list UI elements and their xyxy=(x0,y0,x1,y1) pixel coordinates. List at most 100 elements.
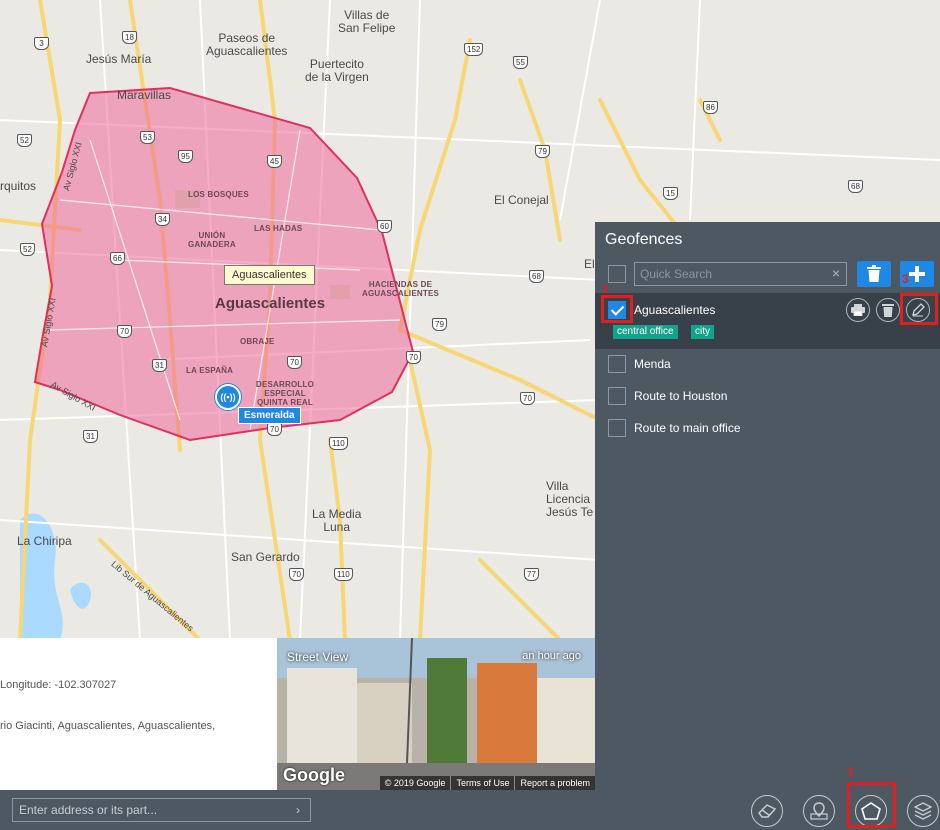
route-shield: 55 xyxy=(513,56,528,69)
trash-icon xyxy=(867,265,881,282)
geofence-tag: city xyxy=(691,325,714,339)
step-number-2: 2 xyxy=(602,282,609,296)
printer-icon xyxy=(851,304,865,316)
eraser-button[interactable] xyxy=(751,795,783,827)
clear-search-icon[interactable]: × xyxy=(828,265,844,281)
route-shield: 110 xyxy=(334,568,353,581)
map-label-la-media-luna: La Media Luna xyxy=(312,507,362,534)
route-shield: 52 xyxy=(20,243,35,256)
geofence-item-menda[interactable]: Menda xyxy=(634,357,671,371)
map-label-el: El xyxy=(584,257,595,271)
map-label-jesus-maria: Jesús María xyxy=(86,52,152,66)
route-shield: 53 xyxy=(140,131,155,144)
geofence-item-aguascalientes[interactable]: Aguascalientes central office city xyxy=(595,293,940,349)
map-label-la-espana: LA ESPAÑA xyxy=(186,366,234,375)
geofence-search-input[interactable] xyxy=(634,262,847,286)
geofence-checkbox-route-main-office[interactable] xyxy=(608,419,626,437)
street-view-title: Street View xyxy=(287,650,349,664)
map-label-villas: Villas de San Felipe xyxy=(338,8,396,35)
select-all-checkbox[interactable] xyxy=(608,265,626,283)
map-label-las-hadas: LAS HADAS xyxy=(254,224,303,233)
geofence-name: Aguascalientes xyxy=(634,303,716,317)
route-shield: 110 xyxy=(329,437,348,450)
route-shield: 68 xyxy=(848,180,863,193)
route-shield: 31 xyxy=(83,430,98,443)
map-label-puertecito: Puertecito de la Virgen xyxy=(305,57,369,84)
map-label-el-conejal: El Conejal xyxy=(494,193,549,207)
geofence-item-route-main-office[interactable]: Route to main office xyxy=(634,421,741,435)
map-label-union-ganadera: UNIÓN GANADERA xyxy=(188,231,236,249)
street-view-time: an hour ago xyxy=(522,650,581,662)
route-shield: 15 xyxy=(663,187,678,200)
geofences-title: Geofences xyxy=(605,231,683,248)
geofence-tooltip: Aguascalientes xyxy=(224,265,315,285)
map-label-la-chiripa: La Chiripa xyxy=(17,534,72,548)
route-shield: 34 xyxy=(155,213,170,226)
bottom-toolbar: › xyxy=(0,790,940,830)
route-shield: 31 xyxy=(152,359,167,372)
map-label-haciendas: HACIENDAS DE AGUASCALIENTES xyxy=(362,280,440,298)
street-view-panel[interactable]: Street View an hour ago Google © 2019 Go… xyxy=(277,638,595,790)
street-view-terms-link[interactable]: Terms of Use xyxy=(450,776,514,790)
highlight-step-3 xyxy=(900,293,938,325)
route-shield: 45 xyxy=(267,155,282,168)
route-shield: 70 xyxy=(406,351,421,364)
step-number-3: 3 xyxy=(902,272,909,286)
print-geofence-button[interactable] xyxy=(846,298,870,322)
delete-geofence-button[interactable] xyxy=(876,298,900,322)
route-shield: 79 xyxy=(535,145,550,158)
route-shield: 18 xyxy=(122,31,137,44)
route-shield: 70 xyxy=(267,423,282,436)
places-button[interactable] xyxy=(803,795,835,827)
map-label-rquitos: rquitos xyxy=(0,179,37,193)
map-label-paseos: Paseos de Aguascalientes xyxy=(206,31,288,58)
route-shield: 70 xyxy=(287,356,302,369)
route-shield: 70 xyxy=(117,325,132,338)
route-shield: 3 xyxy=(34,37,49,50)
route-shield: 77 xyxy=(524,568,539,581)
route-shield: 70 xyxy=(520,392,535,405)
route-shield: 66 xyxy=(110,252,125,265)
route-shield: 152 xyxy=(464,43,484,56)
longitude-text: Longitude: -102.307027 xyxy=(0,679,117,691)
route-shield: 70 xyxy=(289,568,304,581)
route-shield: 95 xyxy=(178,150,193,163)
route-shield: 79 xyxy=(432,318,447,331)
geofence-item-route-houston[interactable]: Route to Houston xyxy=(634,389,727,403)
geofence-checkbox-menda[interactable] xyxy=(608,355,626,373)
map-label-maravillas: Maravillas xyxy=(117,88,172,102)
delete-geofences-button[interactable] xyxy=(857,261,891,287)
route-shield: 52 xyxy=(17,134,32,147)
location-info-panel: Longitude: -102.307027 rio Giacinti, Agu… xyxy=(0,638,277,790)
map-marker-icon xyxy=(810,802,828,820)
map-label-obraje: OBRAJE xyxy=(240,337,275,346)
geofences-panel: Geofences × Aguascalientes central offic… xyxy=(595,222,940,790)
route-shield: 86 xyxy=(703,101,718,114)
map-label-los-bosques: LOS BOSQUES xyxy=(188,190,249,199)
map-label-aguascalientes-city: Aguascalientes xyxy=(215,295,326,312)
layers-button[interactable] xyxy=(907,795,939,827)
eraser-icon xyxy=(758,804,776,818)
street-view-footer: © 2019 Google Terms of Use Report a prob… xyxy=(379,776,595,790)
street-view-report-link[interactable]: Report a problem xyxy=(514,776,595,790)
geofence-checkbox-route-houston[interactable] xyxy=(608,387,626,405)
highlight-step-2 xyxy=(601,295,633,323)
street-view-copyright: © 2019 Google xyxy=(384,778,446,788)
plus-icon xyxy=(909,266,925,282)
google-logo: Google xyxy=(283,765,345,785)
route-shield: 60 xyxy=(377,220,392,233)
highlight-step-1 xyxy=(847,782,896,828)
step-number-1: 1 xyxy=(847,765,854,779)
vehicle-marker-label[interactable]: Esmeralda xyxy=(238,407,301,424)
map-label-villa-licencia: Villa Licencia Jesús Te xyxy=(546,479,594,519)
map-label-san-gerardo: San Gerardo xyxy=(231,550,300,564)
app-window: Paseos de Aguascalientes Villas de San F… xyxy=(0,0,940,830)
map-label-desarrollo: DESARROLLO ESPECIAL QUINTA REAL xyxy=(256,380,314,407)
address-search-input[interactable] xyxy=(12,798,311,822)
trash-icon xyxy=(882,304,894,317)
geofence-tag: central office xyxy=(613,325,678,339)
address-text: rio Giacinti, Aguascalientes, Aguascalie… xyxy=(0,720,216,732)
address-go-icon[interactable]: › xyxy=(290,802,306,818)
layers-icon xyxy=(914,802,932,820)
route-shield: 68 xyxy=(529,270,544,283)
